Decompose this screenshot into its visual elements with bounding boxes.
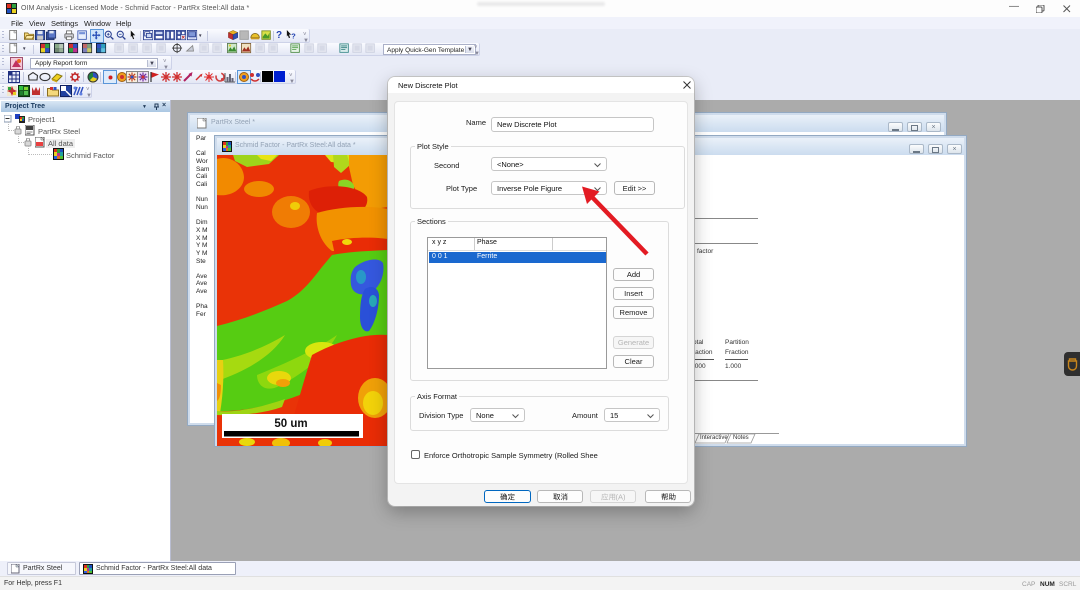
svg-text:?: ? <box>291 32 296 41</box>
svg-text:50 um: 50 um <box>274 418 307 430</box>
